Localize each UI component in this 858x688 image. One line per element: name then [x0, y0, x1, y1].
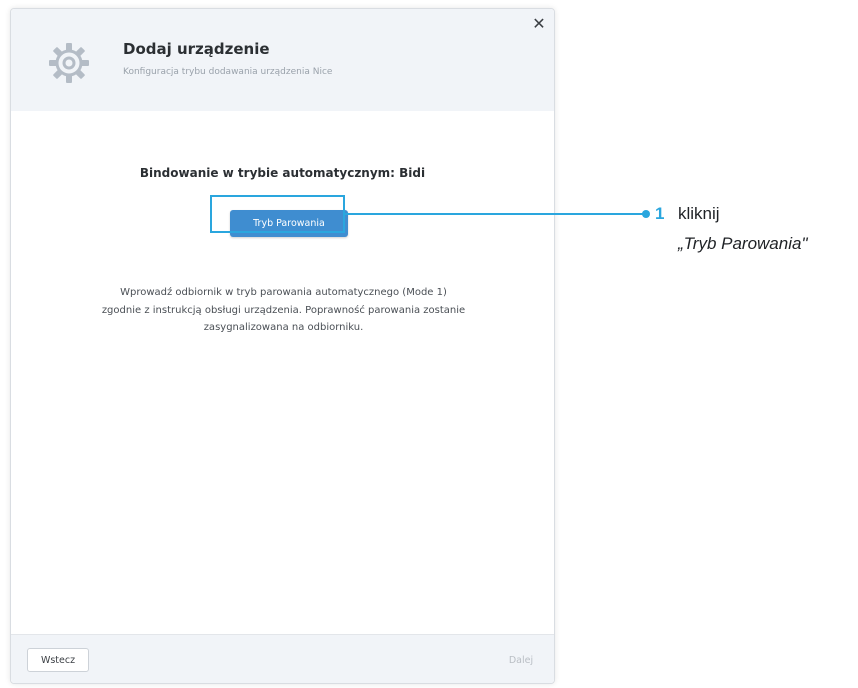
- callout-target-label: „Tryb Parowania": [678, 234, 808, 253]
- dialog-title: Dodaj urządzenie: [123, 40, 270, 58]
- pairing-instructions: Wprowadź odbiornik w tryb parowania auto…: [101, 287, 466, 333]
- add-device-dialog: Dodaj urządzenie Konfiguracja trybu doda…: [10, 8, 555, 684]
- dialog-footer: Wstecz Dalej: [11, 634, 554, 683]
- dialog-subtitle: Konfiguracja trybu dodawania urządzenia …: [123, 67, 333, 77]
- callout-text: kliknij: [678, 204, 720, 223]
- dialog-header: Dodaj urządzenie Konfiguracja trybu doda…: [11, 9, 554, 111]
- back-button[interactable]: Wstecz: [27, 648, 89, 672]
- next-button[interactable]: Dalej: [500, 648, 542, 672]
- close-icon[interactable]: ✕: [530, 15, 548, 33]
- callout-dot: [642, 210, 650, 218]
- callout-number: 1: [655, 204, 665, 223]
- callout-line: [345, 213, 645, 215]
- section-title: Bindowanie w trybie automatycznym: Bidi: [139, 166, 426, 180]
- gear-icon: [41, 35, 97, 91]
- highlight-frame: [210, 195, 345, 233]
